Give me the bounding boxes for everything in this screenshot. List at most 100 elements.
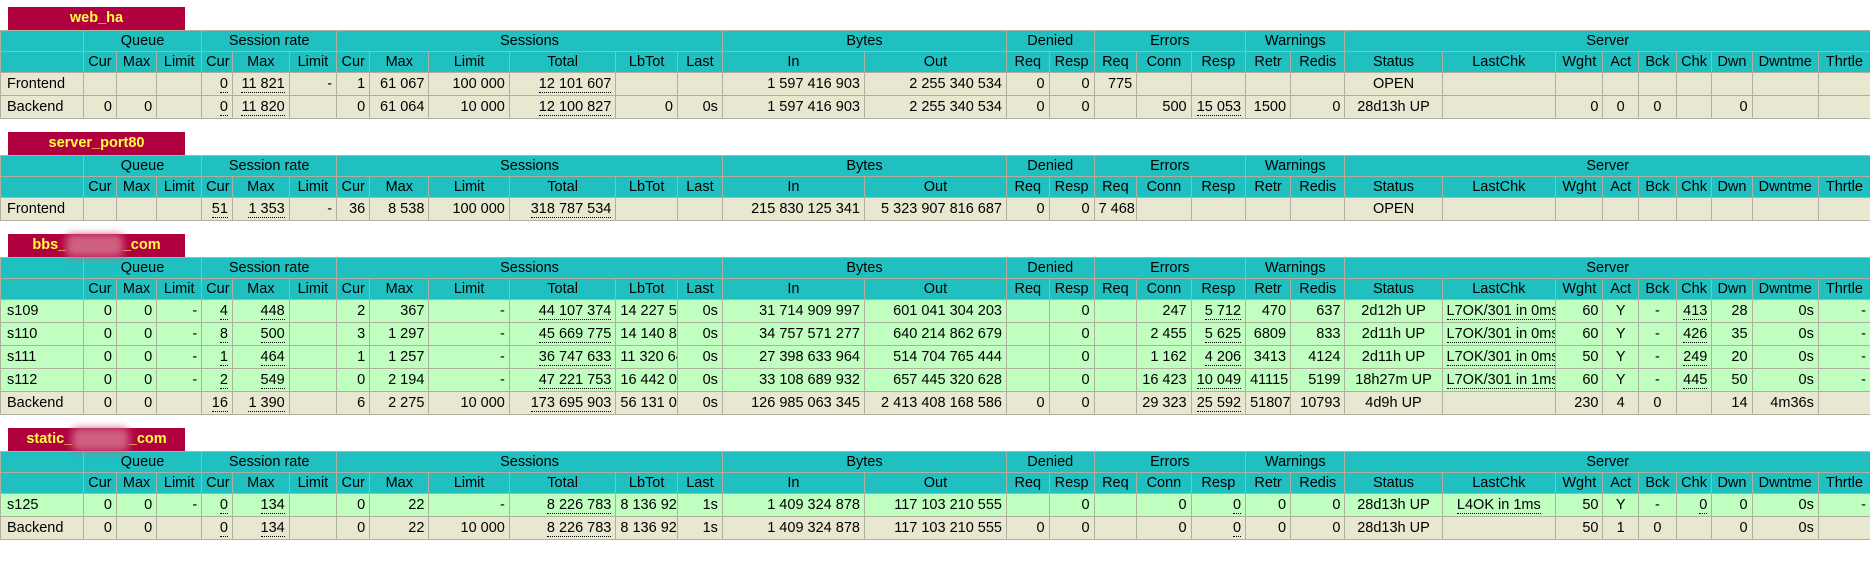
- hover-value[interactable]: 318 787 534: [530, 201, 612, 218]
- cell-lastchk[interactable]: L4OK in 1ms: [1441, 493, 1557, 517]
- cell-cur[interactable]: 0: [201, 95, 233, 119]
- hover-value[interactable]: 36 747 633: [538, 349, 612, 366]
- row-name[interactable]: Backend: [0, 391, 84, 415]
- proxy-name[interactable]: web_ha: [8, 7, 185, 30]
- hover-value[interactable]: 249: [1683, 349, 1708, 366]
- cell-total[interactable]: 318 787 534: [508, 197, 617, 221]
- cell-total[interactable]: 45 669 775: [508, 322, 617, 346]
- cell-resp[interactable]: 5 712: [1190, 299, 1247, 323]
- cell-resp[interactable]: 15 053: [1190, 95, 1247, 119]
- hover-value[interactable]: 426: [1683, 326, 1708, 343]
- cell-max[interactable]: 1 390: [231, 391, 290, 415]
- hover-value[interactable]: 8: [219, 326, 228, 343]
- cell-lastchk[interactable]: L7OK/301 in 0ms: [1441, 322, 1557, 346]
- cell-cur[interactable]: 51: [201, 197, 233, 221]
- cell-resp[interactable]: 0: [1190, 493, 1247, 517]
- cell-chk[interactable]: 249: [1675, 345, 1713, 369]
- hover-value[interactable]: 45 669 775: [538, 326, 612, 343]
- cell-resp[interactable]: 10 049: [1190, 368, 1247, 392]
- hover-value[interactable]: 0: [1699, 497, 1708, 514]
- row-name[interactable]: Backend: [0, 516, 84, 540]
- cell-max[interactable]: 1 353: [231, 197, 290, 221]
- hover-value[interactable]: 16: [211, 395, 228, 412]
- cell-cur[interactable]: 0: [201, 516, 233, 540]
- cell-resp[interactable]: 5 625: [1190, 322, 1247, 346]
- proxy-name[interactable]: bbs_xxxxxxx_com: [8, 234, 185, 257]
- cell-resp[interactable]: 0: [1190, 516, 1247, 540]
- row-name[interactable]: s111: [0, 345, 84, 369]
- hover-value[interactable]: 51: [211, 201, 228, 218]
- hover-value[interactable]: 0: [219, 520, 228, 537]
- cell-max[interactable]: 134: [231, 516, 290, 540]
- hover-value[interactable]: 173 695 903: [530, 395, 612, 412]
- cell-max[interactable]: 464: [231, 345, 290, 369]
- proxy-name[interactable]: static_xxxxxxx_com: [8, 428, 185, 451]
- cell-lastchk[interactable]: L7OK/301 in 1ms: [1441, 368, 1557, 392]
- cell-total[interactable]: 173 695 903: [508, 391, 617, 415]
- cell-resp[interactable]: 25 592: [1190, 391, 1247, 415]
- cell-cur[interactable]: 0: [201, 493, 233, 517]
- cell-total[interactable]: 8 226 783: [508, 516, 617, 540]
- cell-cur[interactable]: 4: [201, 299, 233, 323]
- row-name[interactable]: Frontend: [0, 197, 84, 221]
- cell-chk[interactable]: 0: [1675, 493, 1713, 517]
- hover-value[interactable]: 464: [260, 349, 285, 366]
- row-name[interactable]: Frontend: [0, 72, 84, 96]
- hover-value[interactable]: L4OK in 1ms: [1456, 497, 1541, 514]
- hover-value[interactable]: 12 100 827: [538, 99, 612, 116]
- hover-value[interactable]: 8 226 783: [546, 520, 612, 537]
- hover-value[interactable]: 10 049: [1196, 372, 1242, 389]
- hover-value[interactable]: 4 206: [1204, 349, 1242, 366]
- row-name[interactable]: s125: [0, 493, 84, 517]
- cell-max[interactable]: 134: [231, 493, 290, 517]
- cell-max[interactable]: 500: [231, 322, 290, 346]
- cell-max[interactable]: 549: [231, 368, 290, 392]
- hover-value[interactable]: 8 226 783: [546, 497, 612, 514]
- hover-value[interactable]: L7OK/301 in 1ms: [1446, 372, 1555, 389]
- hover-value[interactable]: 1: [219, 349, 228, 366]
- cell-total[interactable]: 8 226 783: [508, 493, 617, 517]
- cell-chk[interactable]: 413: [1675, 299, 1713, 323]
- cell-max[interactable]: 448: [231, 299, 290, 323]
- hover-value[interactable]: 15 053: [1196, 99, 1242, 116]
- hover-value[interactable]: L7OK/301 in 0ms: [1446, 349, 1555, 366]
- cell-cur[interactable]: 0: [201, 72, 233, 96]
- hover-value[interactable]: 500: [260, 326, 285, 343]
- cell-chk[interactable]: 445: [1675, 368, 1713, 392]
- proxy-name[interactable]: server_port80: [8, 132, 185, 155]
- cell-cur[interactable]: 8: [201, 322, 233, 346]
- cell-total[interactable]: 44 107 374: [508, 299, 617, 323]
- row-name[interactable]: Backend: [0, 95, 84, 119]
- hover-value[interactable]: 549: [260, 372, 285, 389]
- cell-chk[interactable]: 426: [1675, 322, 1713, 346]
- hover-value[interactable]: 1 353: [248, 201, 285, 218]
- hover-value[interactable]: L7OK/301 in 0ms: [1446, 303, 1555, 320]
- hover-value[interactable]: 11 820: [241, 99, 285, 116]
- cell-resp[interactable]: 4 206: [1190, 345, 1247, 369]
- cell-cur[interactable]: 1: [201, 345, 233, 369]
- cell-lastchk[interactable]: L7OK/301 in 0ms: [1441, 299, 1557, 323]
- hover-value[interactable]: 0: [219, 76, 228, 93]
- hover-value[interactable]: 134: [260, 497, 285, 514]
- cell-lastchk[interactable]: L7OK/301 in 0ms: [1441, 345, 1557, 369]
- hover-value[interactable]: 1 390: [248, 395, 285, 412]
- hover-value[interactable]: 5 712: [1204, 303, 1242, 320]
- hover-value[interactable]: 448: [260, 303, 285, 320]
- hover-value[interactable]: 25 592: [1196, 395, 1242, 412]
- hover-value[interactable]: L7OK/301 in 0ms: [1446, 326, 1555, 343]
- row-name[interactable]: s112: [0, 368, 84, 392]
- hover-value[interactable]: 445: [1683, 372, 1708, 389]
- cell-total[interactable]: 12 101 607: [508, 72, 617, 96]
- hover-value[interactable]: 0: [219, 99, 228, 116]
- cell-total[interactable]: 47 221 753: [508, 368, 617, 392]
- hover-value[interactable]: 134: [260, 520, 285, 537]
- hover-value[interactable]: 413: [1683, 303, 1708, 320]
- cell-total[interactable]: 36 747 633: [508, 345, 617, 369]
- row-name[interactable]: s110: [0, 322, 84, 346]
- cell-max[interactable]: 11 821: [231, 72, 290, 96]
- cell-cur[interactable]: 16: [201, 391, 233, 415]
- cell-total[interactable]: 12 100 827: [508, 95, 617, 119]
- hover-value[interactable]: 0: [219, 497, 228, 514]
- hover-value[interactable]: 0: [1233, 497, 1242, 514]
- row-name[interactable]: s109: [0, 299, 84, 323]
